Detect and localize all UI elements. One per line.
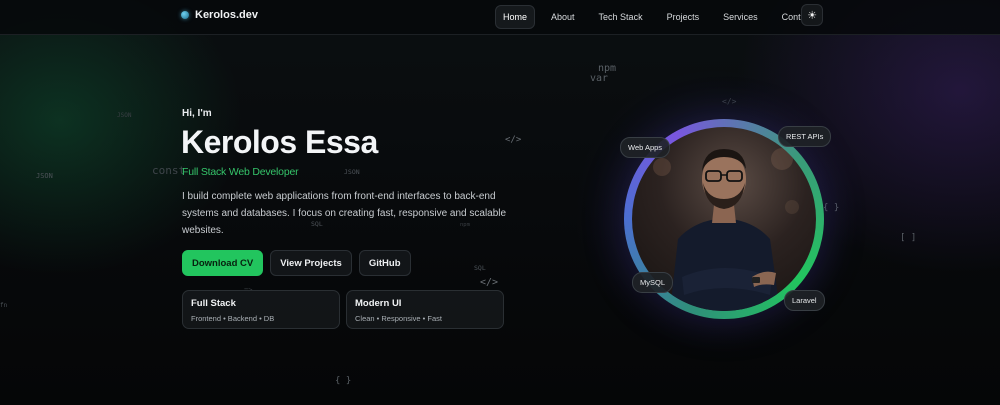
logo-icon	[181, 11, 189, 19]
theme-toggle-button[interactable]: ☀	[801, 4, 823, 26]
code-decoration: fn	[0, 302, 8, 309]
code-decoration: { }	[335, 376, 352, 386]
download-cv-button[interactable]: Download CV	[182, 250, 264, 276]
code-decoration: JSON	[117, 112, 132, 119]
card-subtitle: Clean • Responsive • Fast	[355, 314, 442, 323]
tag-laravel: Laravel	[784, 290, 825, 311]
nav-link-projects[interactable]: Projects	[659, 5, 708, 29]
hero-actions: Download CV View Projects GitHub	[182, 250, 411, 276]
feature-card-modern-ui: Modern UI Clean • Responsive • Fast	[346, 290, 504, 329]
hero-description: I build complete web applications from f…	[182, 191, 507, 236]
hero-name: Kerolos Essa	[181, 124, 378, 160]
nav-links: Home About Tech Stack Projects Services …	[495, 5, 829, 29]
tag-rest-apis: REST APIs	[778, 126, 832, 147]
code-decoration: const	[152, 164, 186, 177]
code-decoration: </>	[505, 135, 522, 145]
nav-link-about[interactable]: About	[543, 5, 583, 29]
tag-web-apps: Web Apps	[620, 137, 671, 158]
nav-link-tech-stack[interactable]: Tech Stack	[591, 5, 651, 29]
card-subtitle: Frontend • Backend • DB	[191, 314, 275, 323]
code-decoration: [ ]	[900, 233, 917, 243]
view-projects-button[interactable]: View Projects	[270, 250, 352, 276]
code-decoration: var	[590, 73, 609, 84]
code-decoration: { }	[823, 203, 840, 213]
sun-icon: ☀	[807, 9, 817, 22]
nav-link-home[interactable]: Home	[495, 5, 536, 29]
brand-name: Kerolos.dev	[195, 9, 258, 21]
code-decoration: JSON	[344, 168, 360, 176]
github-button[interactable]: GitHub	[358, 250, 411, 276]
feature-card-full-stack: Full Stack Frontend • Backend • DB	[182, 290, 340, 329]
tag-mysql: MySQL	[632, 272, 674, 293]
card-title: Modern UI	[355, 298, 402, 309]
code-decoration: </>	[722, 97, 737, 106]
code-decoration: JSON	[36, 172, 53, 180]
hero-role: Full Stack Web Developer	[182, 166, 299, 178]
nav-link-services[interactable]: Services	[715, 5, 766, 29]
brand-logo[interactable]: Kerolos.dev	[181, 9, 258, 21]
navbar: Kerolos.dev Home About Tech Stack Projec…	[0, 0, 1000, 35]
code-decoration: SQL	[474, 264, 486, 272]
hero-greeting: Hi, I'm	[182, 108, 212, 119]
feature-cards: Full Stack Frontend • Backend • DB Moder…	[182, 290, 504, 329]
card-title: Full Stack	[191, 298, 236, 309]
code-decoration: </>	[480, 277, 499, 288]
